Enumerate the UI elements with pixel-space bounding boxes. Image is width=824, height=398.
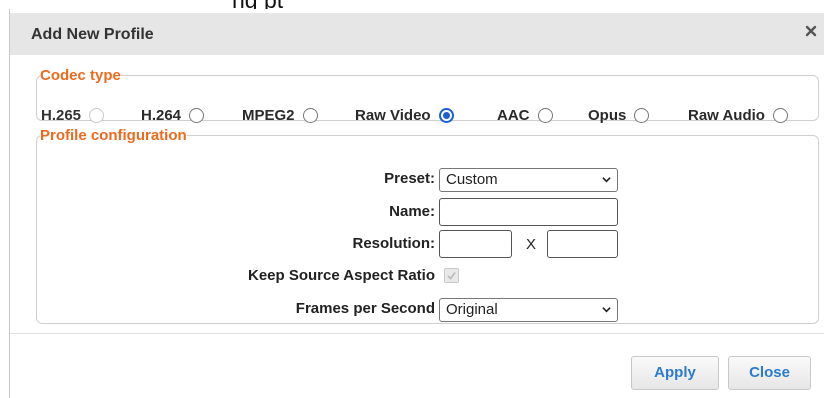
- radio-opus[interactable]: [634, 108, 650, 123]
- codec-label-mpeg2: MPEG2: [242, 107, 295, 124]
- codec-type-legend: Codec type: [40, 67, 121, 84]
- dialog-titlebar[interactable]: Add New Profile: [10, 13, 824, 55]
- codec-label-raw-audio: Raw Audio: [688, 107, 765, 124]
- radio-raw-video[interactable]: [438, 108, 454, 123]
- codec-type-group: Codec type H.265 H.264 MPEG2 Raw Video A…: [36, 67, 819, 124]
- resolution-width-input[interactable]: [439, 230, 512, 258]
- preset-label: Preset:: [384, 170, 435, 187]
- close-icon[interactable]: [803, 23, 819, 39]
- codec-option-raw-audio[interactable]: Raw Audio: [688, 107, 788, 124]
- radio-h265[interactable]: [89, 108, 105, 123]
- resolution-separator: X: [526, 236, 537, 253]
- codec-label-h265: H.265: [41, 107, 82, 124]
- codec-label-h264: H.264: [141, 107, 182, 124]
- apply-button[interactable]: Apply: [631, 356, 719, 390]
- name-label: Name:: [389, 203, 435, 220]
- checkmark-icon: [447, 271, 456, 280]
- fps-value: Original: [446, 301, 498, 318]
- fps-label: Frames per Second: [295, 300, 435, 317]
- codec-label-raw-video: Raw Video: [355, 107, 431, 124]
- close-button[interactable]: Close: [728, 356, 811, 390]
- resolution-height-input[interactable]: [547, 230, 618, 258]
- chevron-down-icon: [602, 307, 611, 313]
- codec-option-h264[interactable]: H.264: [141, 107, 205, 124]
- codec-option-mpeg2[interactable]: MPEG2: [242, 107, 318, 124]
- chevron-down-icon: [602, 177, 611, 183]
- fps-select[interactable]: Original: [439, 298, 618, 322]
- radio-aac[interactable]: [537, 108, 553, 123]
- codec-option-aac[interactable]: AAC: [497, 107, 553, 124]
- name-input[interactable]: [439, 198, 618, 226]
- codec-option-opus[interactable]: Opus: [588, 107, 650, 124]
- radio-raw-audio[interactable]: [772, 108, 788, 123]
- keep-aspect-label: Keep Source Aspect Ratio: [248, 267, 435, 284]
- codec-label-aac: AAC: [497, 107, 530, 124]
- radio-h264[interactable]: [189, 108, 205, 123]
- footer-divider: [10, 333, 824, 334]
- dialog-title: Add New Profile: [31, 26, 154, 43]
- preset-value: Custom: [446, 171, 498, 188]
- radio-mpeg2[interactable]: [302, 108, 318, 123]
- resolution-label: Resolution:: [352, 235, 436, 252]
- preset-select[interactable]: Custom: [439, 168, 618, 192]
- add-profile-dialog: Add New Profile Codec type H.265 H.264 M…: [9, 9, 824, 398]
- codec-label-opus: Opus: [588, 107, 627, 124]
- keep-aspect-checkbox[interactable]: [444, 268, 459, 283]
- codec-option-raw-video[interactable]: Raw Video: [355, 107, 454, 124]
- profile-configuration-legend: Profile configuration: [40, 127, 187, 144]
- codec-option-h265[interactable]: H.265: [41, 107, 105, 124]
- profile-configuration-group: Profile configuration Preset: Custom Nam…: [36, 127, 819, 324]
